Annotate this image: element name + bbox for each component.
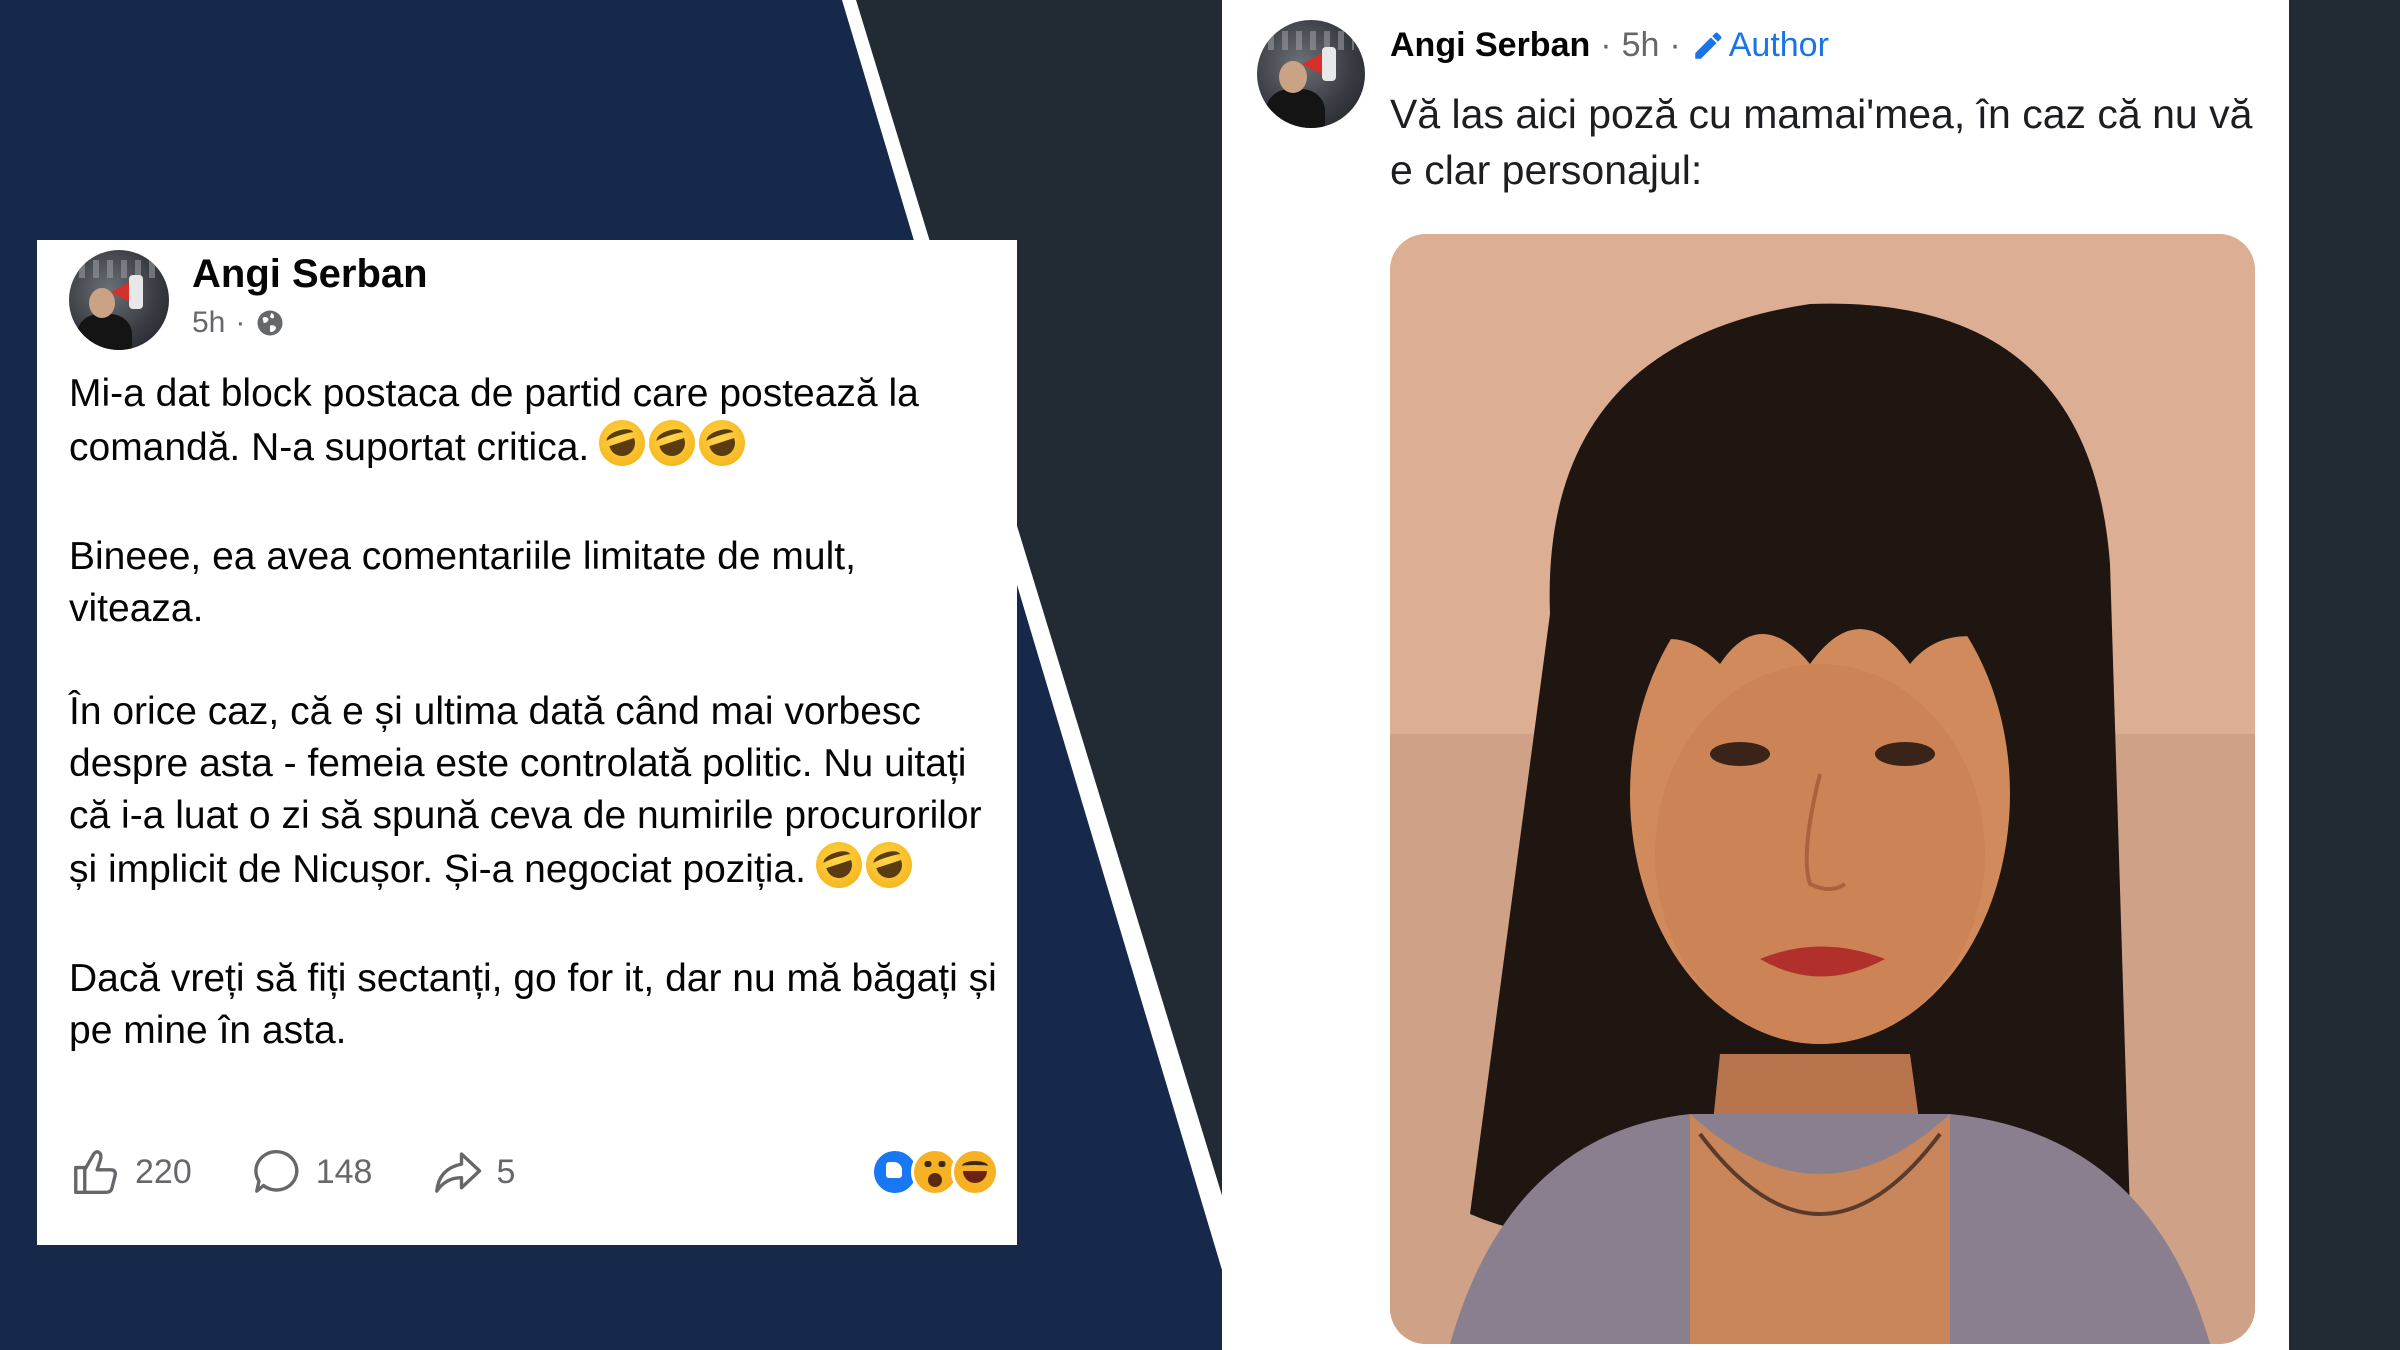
left-author-name[interactable]: Angi Serban bbox=[192, 252, 428, 297]
post-actions-bar: 220 148 5 bbox=[69, 1142, 999, 1202]
share-arrow-icon bbox=[435, 1152, 482, 1193]
author-badge: Author bbox=[1691, 26, 1829, 65]
rolling-laughing-icon bbox=[643, 414, 702, 472]
reaction-summary[interactable] bbox=[871, 1148, 999, 1196]
right-author-name[interactable]: Angi Serban bbox=[1390, 26, 1590, 65]
emoji-group-1 bbox=[593, 414, 752, 480]
thumbs-up-icon bbox=[74, 1150, 117, 1194]
header-separator: · bbox=[1669, 26, 1681, 64]
left-post-body: Mi-a dat block postaca de partid care po… bbox=[69, 368, 999, 1108]
right-author-avatar[interactable] bbox=[1257, 20, 1365, 128]
header-separator: · bbox=[1600, 26, 1612, 64]
meta-separator: · bbox=[235, 306, 246, 339]
post-paragraph-1: Mi-a dat block postaca de partid care po… bbox=[69, 368, 999, 480]
left-post-card: Angi Serban 5h · Mi-a dat block postaca … bbox=[37, 240, 1017, 1245]
like-button[interactable]: 220 bbox=[69, 1145, 192, 1199]
post-paragraph-2: Bineee, ea avea comentariile limitate de… bbox=[69, 535, 856, 630]
share-button[interactable]: 5 bbox=[430, 1145, 515, 1199]
portrait-image bbox=[1390, 234, 2255, 1344]
post-photo[interactable] bbox=[1390, 234, 2255, 1344]
rolling-laughing-icon bbox=[593, 414, 652, 472]
emoji-group-2 bbox=[810, 836, 918, 902]
pencil-icon bbox=[1694, 32, 1722, 59]
left-post-meta: 5h · bbox=[192, 306, 285, 340]
globe-icon bbox=[257, 310, 283, 336]
right-post-time[interactable]: 5h bbox=[1622, 26, 1660, 65]
rolling-laughing-icon bbox=[810, 836, 868, 894]
rolling-laughing-icon bbox=[860, 836, 918, 894]
left-post-time[interactable]: 5h bbox=[192, 306, 225, 340]
right-post-text: Vă las aici poză cu mamai'mea, în caz că… bbox=[1390, 91, 2253, 193]
right-post-panel: Angi Serban · 5h · Author Vă las aici po… bbox=[1222, 0, 2289, 1350]
comment-button[interactable]: 148 bbox=[250, 1145, 373, 1199]
left-author-avatar[interactable] bbox=[69, 250, 169, 350]
rolling-laughing-icon bbox=[693, 414, 752, 472]
share-count: 5 bbox=[496, 1152, 516, 1191]
right-post-header: Angi Serban · 5h · Author bbox=[1390, 26, 1829, 65]
haha-reaction-icon bbox=[951, 1148, 999, 1196]
author-badge-label: Author bbox=[1728, 26, 1829, 64]
comment-icon bbox=[253, 1150, 299, 1193]
post-paragraph-4: Dacă vreți să fiți sectanți, go for it, … bbox=[69, 957, 997, 1052]
comment-count: 148 bbox=[315, 1152, 373, 1191]
post-paragraph-3: În orice caz, că e și ultima dată când m… bbox=[69, 686, 999, 902]
like-count: 220 bbox=[135, 1152, 192, 1191]
